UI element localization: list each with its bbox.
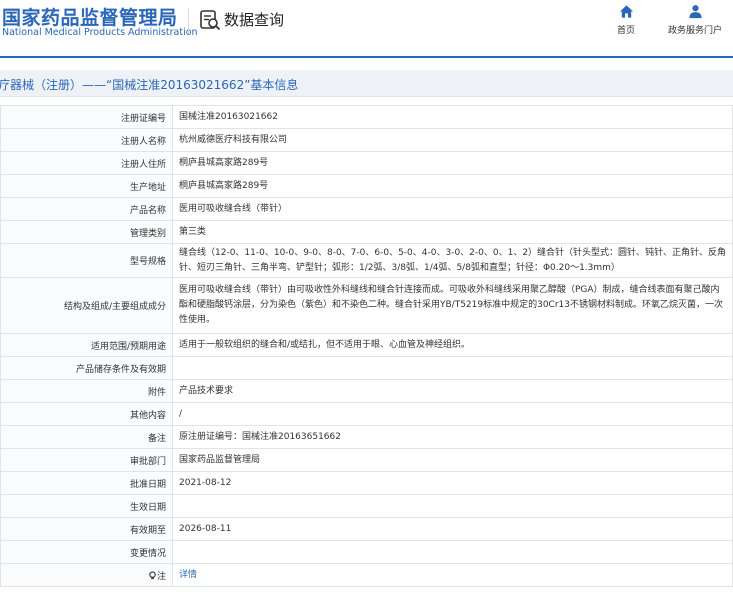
nav-gov-portal-label: 政务服务门户 xyxy=(667,26,722,36)
field-value: 原注册证编号：国械注准20163651662 xyxy=(172,425,733,449)
table-row: 生产地址 桐庐县城高家路289号 xyxy=(0,174,733,198)
site-logo-title[interactable]: 国家药品监督管理局 xyxy=(2,3,178,30)
field-label: 生效日期 xyxy=(0,494,173,518)
lightbulb-icon xyxy=(149,570,156,579)
user-icon xyxy=(688,5,702,19)
table-row: 注 详情 xyxy=(0,563,733,587)
field-label: 注册人住所 xyxy=(0,151,173,175)
field-label: 结构及组成/主要组成成分 xyxy=(0,277,173,334)
note-label-cell: 注 xyxy=(0,563,173,587)
field-label: 管理类别 xyxy=(0,220,173,244)
table-row: 有效期至 2026-08-11 xyxy=(0,517,733,541)
logo-divider xyxy=(188,8,189,34)
field-value: 产品技术要求 xyxy=(172,379,733,403)
nav-home-label: 首页 xyxy=(616,26,635,36)
table-row: 注册人名称 杭州威德医疗科技有限公司 xyxy=(0,128,733,152)
field-value xyxy=(172,356,733,380)
field-value-cell: 详情 xyxy=(172,563,733,587)
field-label: 适用范围/预期用途 xyxy=(0,333,173,357)
table-row: 其他内容 / xyxy=(0,402,733,426)
field-label: 批准日期 xyxy=(0,471,173,495)
nav-gov-portal-button[interactable]: 政务服务门户 xyxy=(660,4,730,36)
field-label: 产品名称 xyxy=(0,197,173,221)
field-value: 2026-08-11 xyxy=(172,517,733,541)
field-value xyxy=(172,540,733,564)
table-row: 生效日期 xyxy=(0,494,733,518)
field-value: 医用可吸收缝合线（带针）由可吸收性外科缝线和缝合针连接而成。可吸收外科缝线采用聚… xyxy=(172,277,733,334)
table-row: 审批部门 国家药品监督管理局 xyxy=(0,448,733,472)
field-value: 2021-08-12 xyxy=(172,471,733,495)
section-header: 疗器械（注册）——“国械注准20163021662”基本信息 xyxy=(0,70,733,97)
nav-home-button[interactable]: 首页 xyxy=(606,4,646,36)
site-logo-subtitle: National Medical Products Administration xyxy=(2,27,198,38)
table-row: 注册证编号 国械注准20163021662 xyxy=(0,105,733,129)
header-divider xyxy=(0,56,733,58)
table-row: 型号规格 缝合线（12-0、11-0、10-0、9-0、8-0、7-0、6-0、… xyxy=(0,243,733,278)
field-label: 型号规格 xyxy=(0,243,173,278)
field-value: 国械注准20163021662 xyxy=(172,105,733,129)
table-row: 批准日期 2021-08-12 xyxy=(0,471,733,495)
field-label: 审批部门 xyxy=(0,448,173,472)
table-row: 管理类别 第三类 xyxy=(0,220,733,244)
field-label: 备注 xyxy=(0,425,173,449)
field-label: 产品储存条件及有效期 xyxy=(0,356,173,380)
field-value: 第三类 xyxy=(172,220,733,244)
field-value: 医用可吸收缝合线（带针） xyxy=(172,197,733,221)
field-value xyxy=(172,494,733,518)
field-value: 国家药品监督管理局 xyxy=(172,448,733,472)
field-value: 适用于一般软组织的缝合和/或结扎，但不适用于眼、心血管及神经组织。 xyxy=(172,333,733,357)
field-label: 注 xyxy=(156,571,166,582)
field-value: 桐庐县城高家路289号 xyxy=(172,174,733,198)
field-label: 生产地址 xyxy=(0,174,173,198)
table-row: 变更情况 xyxy=(0,540,733,564)
table-row: 产品名称 医用可吸收缝合线（带针） xyxy=(0,197,733,221)
field-value: 缝合线（12-0、11-0、10-0、9-0、8-0、7-0、6-0、5-0、4… xyxy=(172,243,733,278)
field-label: 附件 xyxy=(0,379,173,403)
field-label: 注册证编号 xyxy=(0,105,173,129)
table-row: 注册人住所 桐庐县城高家路289号 xyxy=(0,151,733,175)
table-row: 适用范围/预期用途 适用于一般软组织的缝合和/或结扎，但不适用于眼、心血管及神经… xyxy=(0,333,733,357)
table-row: 结构及组成/主要组成成分 医用可吸收缝合线（带针）由可吸收性外科缝线和缝合针连接… xyxy=(0,277,733,334)
field-value: 杭州威德医疗科技有限公司 xyxy=(172,128,733,152)
registration-info-table: 注册证编号 国械注准20163021662 注册人名称 杭州威德医疗科技有限公司… xyxy=(0,105,733,587)
field-label: 其他内容 xyxy=(0,402,173,426)
data-query-title: 数据查询 xyxy=(224,11,285,29)
data-query-icon xyxy=(200,10,221,31)
details-link[interactable]: 详情 xyxy=(179,570,197,580)
table-row: 附件 产品技术要求 xyxy=(0,379,733,403)
field-label: 有效期至 xyxy=(0,517,173,541)
field-label: 注册人名称 xyxy=(0,128,173,152)
table-row: 产品储存条件及有效期 xyxy=(0,356,733,380)
field-value: 桐庐县城高家路289号 xyxy=(172,151,733,175)
home-icon xyxy=(619,5,633,18)
field-value: / xyxy=(172,402,733,426)
table-row: 备注 原注册证编号：国械注准20163651662 xyxy=(0,425,733,449)
section-title: 疗器械（注册）——“国械注准20163021662”基本信息 xyxy=(0,78,299,92)
field-label: 变更情况 xyxy=(0,540,173,564)
site-header: 国家药品监督管理局 National Medical Products Admi… xyxy=(0,0,733,56)
